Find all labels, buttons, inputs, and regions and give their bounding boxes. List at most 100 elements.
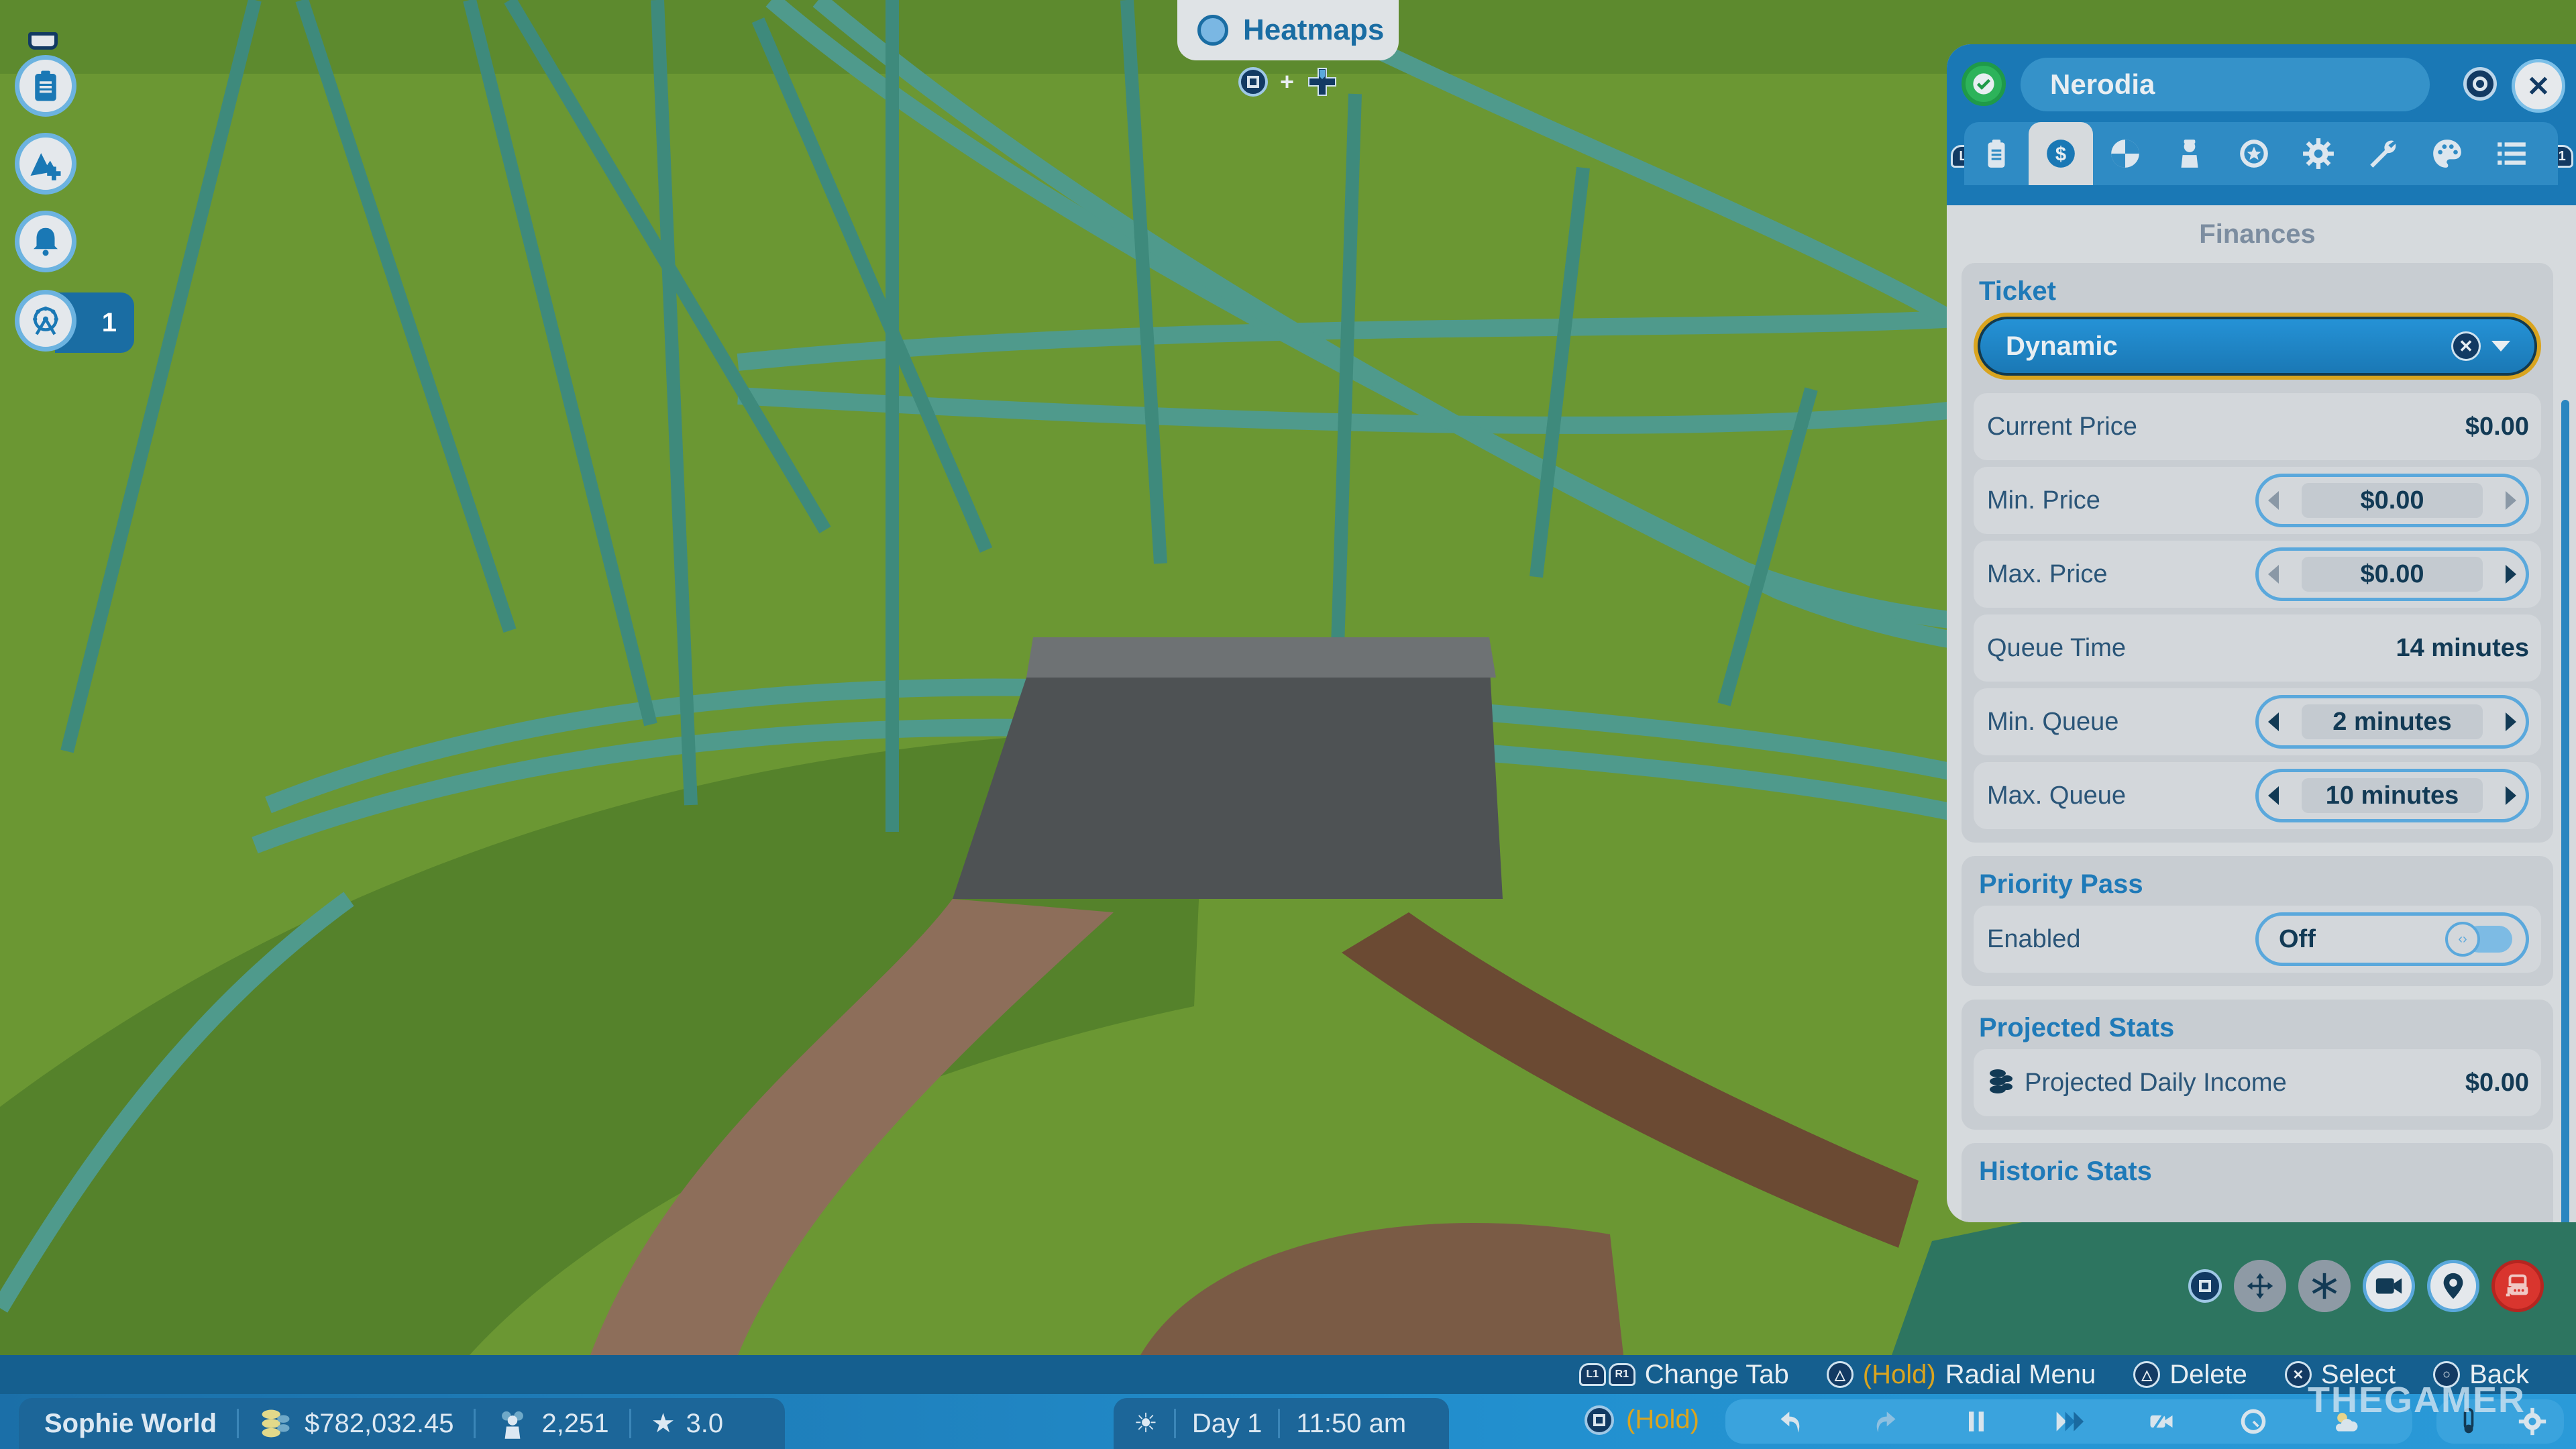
decrease-arrow-icon[interactable] (2268, 491, 2279, 510)
multi-direction-tool-button[interactable] (2298, 1260, 2351, 1312)
coins-icon (262, 1409, 290, 1438)
priority-pass-enabled-row: Enabled Off ‹› (1974, 906, 2541, 973)
priority-pass-header: Priority Pass (1979, 869, 2143, 899)
camera-button[interactable] (2363, 1260, 2415, 1312)
ferris-wheel-icon (33, 306, 58, 335)
decrease-arrow-icon[interactable] (2268, 565, 2279, 584)
divider (629, 1409, 631, 1438)
projected-stats-section: Projected Stats Projected Daily Income $… (1962, 1000, 2553, 1130)
hint-delete: △ Delete (2133, 1360, 2247, 1390)
tab-overview[interactable] (1964, 122, 2029, 185)
increase-arrow-icon[interactable] (2506, 491, 2516, 510)
projected-daily-income-value: $0.00 (2465, 1068, 2529, 1097)
rides-button[interactable] (15, 290, 76, 352)
ride-name-field[interactable]: Nerodia (2021, 58, 2430, 111)
square-button-icon (1238, 67, 1268, 97)
l1-key-icon: L1 (1578, 1363, 1606, 1386)
ticket-mode-dropdown[interactable]: Dynamic ✕ (1974, 313, 2541, 380)
toggle-knob: ‹› (2445, 922, 2512, 957)
pie-chart-icon (2111, 140, 2139, 168)
heatmaps-shortcut: + (1238, 66, 1338, 98)
plus-sign: + (1280, 68, 1295, 95)
projected-daily-income-row: Projected Daily Income $0.00 (1974, 1049, 2541, 1116)
hint-label: Change Tab (1644, 1359, 1789, 1389)
dpad-icon (1308, 68, 1337, 96)
increase-arrow-icon[interactable] (2506, 565, 2516, 584)
pause-icon (1969, 1411, 1984, 1432)
min-price-row: Min. Price $0.00 (1974, 467, 2541, 534)
tab-paint[interactable] (2415, 122, 2479, 185)
palette-icon (2433, 140, 2461, 168)
checkmark-icon (1973, 73, 1994, 95)
cross-button-icon: ✕ (2451, 331, 2481, 361)
park-name: Sophie World (44, 1408, 217, 1438)
min-queue-stepper[interactable]: 2 minutes (2255, 695, 2529, 749)
hold-hint: (Hold) (1585, 1405, 1699, 1435)
heatmaps-label: Heatmaps (1243, 13, 1385, 46)
panel-scrollbar[interactable] (2561, 400, 2569, 1222)
clipboard-icon (35, 70, 56, 101)
redo-button[interactable] (1869, 1406, 1900, 1437)
hint-label: Delete (2169, 1359, 2247, 1389)
tab-list[interactable] (2479, 122, 2544, 185)
watermark: THEGAMER (2308, 1380, 2526, 1420)
guests-icon (502, 1411, 524, 1439)
undo-icon (1780, 1411, 1800, 1433)
camera-toggle-button[interactable] (2146, 1406, 2177, 1437)
tab-settings[interactable] (2286, 122, 2351, 185)
historic-stats-header: Historic Stats (1979, 1157, 2152, 1186)
max-price-stepper[interactable]: $0.00 (2255, 547, 2529, 601)
decrease-arrow-icon[interactable] (2268, 786, 2279, 805)
divider (237, 1409, 239, 1438)
time-label: 11:50 am (1296, 1408, 1407, 1438)
square-button-icon (2188, 1269, 2222, 1303)
ticket-section: Ticket Dynamic ✕ Current Price $0.00 Min… (1962, 263, 2553, 843)
tab-maintenance[interactable] (2351, 122, 2415, 185)
heatmaps-button[interactable]: Heatmaps (1177, 0, 1399, 60)
min-queue-value: 2 minutes (2302, 704, 2483, 739)
scrollbar-thumb[interactable] (2561, 400, 2569, 1222)
park-management-button[interactable] (15, 55, 76, 117)
priority-pass-section: Priority Pass Enabled Off ‹› (1962, 856, 2553, 986)
fast-forward-button[interactable] (2053, 1406, 2084, 1437)
projected-daily-income-label: Projected Daily Income (2025, 1068, 2287, 1097)
controller-hints: L1 R1 Change Tab △ (Hold) Radial Menu △ … (0, 1355, 2576, 1394)
panel-tabs: $ (1964, 122, 2558, 185)
max-price-row: Max. Price $0.00 (1974, 541, 2541, 608)
hint-radial-menu: △ (Hold) Radial Menu (1826, 1360, 2096, 1390)
heatmap-overlay-button[interactable] (2238, 1406, 2269, 1437)
ride-status-icon[interactable] (1962, 62, 2006, 106)
max-queue-label: Max. Queue (1987, 781, 2126, 810)
pin-button[interactable] (2463, 67, 2497, 101)
star-badge-icon (2240, 140, 2268, 168)
tab-rating[interactable] (2222, 122, 2286, 185)
status-bar: Sophie World $782,032.45 2,251 ★ 3.0 ☀ D… (0, 1394, 2576, 1449)
park-money: $782,032.45 (305, 1408, 454, 1438)
gear-icon (2303, 138, 2334, 169)
divider (1173, 1409, 1176, 1438)
coaster-car-icon (2506, 1274, 2528, 1297)
increase-arrow-icon[interactable] (2506, 786, 2516, 805)
tab-stats[interactable] (2093, 122, 2157, 185)
ride-vehicle-button[interactable] (2491, 1260, 2544, 1312)
tab-staff[interactable] (2157, 122, 2222, 185)
close-button[interactable]: ✕ (2512, 59, 2565, 113)
current-price-label: Current Price (1987, 412, 2137, 441)
scenery-add-button[interactable] (15, 133, 76, 195)
move-arrows-icon (2247, 1273, 2273, 1299)
pause-button[interactable] (1961, 1406, 1992, 1437)
panel-body: Finances Ticket Dynamic ✕ Current Price … (1947, 205, 2576, 1222)
max-queue-stepper[interactable]: 10 minutes (2255, 769, 2529, 822)
decrease-arrow-icon[interactable] (2268, 712, 2279, 731)
tab-finances[interactable]: $ (2029, 122, 2093, 185)
chevron-down-icon (2491, 341, 2510, 352)
undo-button[interactable] (1776, 1406, 1807, 1437)
increase-arrow-icon[interactable] (2506, 712, 2516, 731)
park-info[interactable]: Sophie World $782,032.45 2,251 ★ 3.0 (19, 1398, 785, 1449)
move-tool-button[interactable] (2234, 1260, 2286, 1312)
priority-pass-toggle[interactable]: Off ‹› (2255, 912, 2529, 966)
min-price-stepper[interactable]: $0.00 (2255, 474, 2529, 527)
notifications-button[interactable] (15, 211, 76, 272)
tray-icon[interactable] (28, 32, 58, 50)
locate-button[interactable] (2427, 1260, 2479, 1312)
